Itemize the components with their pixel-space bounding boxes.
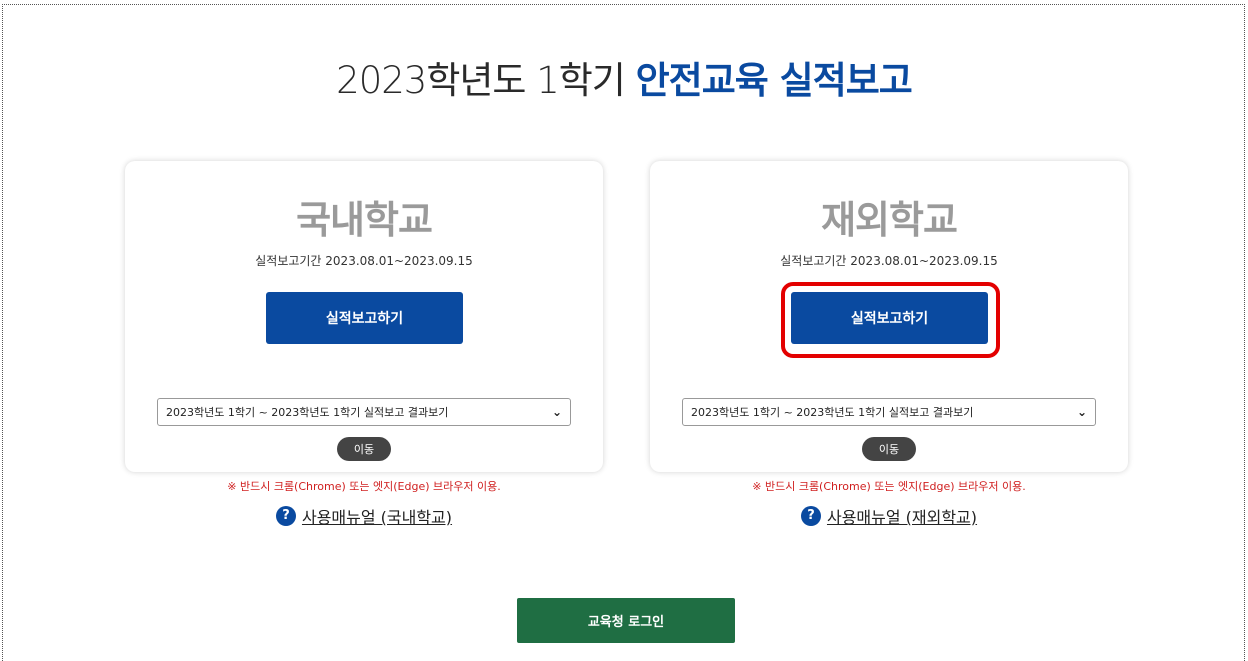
overseas-browser-notice: ※ 반드시 크롬(Chrome) 또는 엣지(Edge) 브라우저 이용. bbox=[752, 480, 1026, 493]
domestic-browser-notice: ※ 반드시 크롬(Chrome) 또는 엣지(Edge) 브라우저 이용. bbox=[227, 480, 501, 493]
chevron-down-icon: ⌄ bbox=[1076, 405, 1087, 419]
domestic-results-select-value: 2023학년도 1학기 ~ 2023학년도 1학기 실적보고 결과보기 bbox=[166, 406, 449, 419]
overseas-school-card: 재외학교 실적보고기간 2023.08.01~2023.09.15 실적보고하기… bbox=[650, 161, 1128, 472]
domestic-manual-link-text[interactable]: 사용매뉴얼 (국내학교) bbox=[302, 508, 452, 527]
question-circle-icon: ? bbox=[275, 506, 296, 526]
page-title: 2023학년도 1학기 안전교육 실적보고 bbox=[0, 50, 1248, 104]
domestic-go-button[interactable]: 이동 bbox=[337, 437, 391, 461]
domestic-card-heading: 국내학교 bbox=[296, 198, 433, 242]
highlight-annotation bbox=[781, 282, 1000, 358]
overseas-results-select-value: 2023학년도 1학기 ~ 2023학년도 1학기 실적보고 결과보기 bbox=[691, 406, 974, 419]
page-title-highlight: 안전교육 실적보고 bbox=[635, 59, 913, 102]
chevron-down-icon: ⌄ bbox=[551, 405, 562, 419]
overseas-card-heading: 재외학교 bbox=[821, 198, 958, 242]
overseas-go-button[interactable]: 이동 bbox=[862, 437, 916, 461]
question-circle-icon: ? bbox=[800, 506, 821, 526]
overseas-results-select[interactable]: 2023학년도 1학기 ~ 2023학년도 1학기 실적보고 결과보기 ⌄ bbox=[682, 398, 1096, 426]
domestic-report-button[interactable]: 실적보고하기 bbox=[266, 292, 463, 344]
page-title-year: 2023학년도 1학기 bbox=[336, 59, 636, 102]
overseas-manual-link[interactable]: ? 사용매뉴얼 (재외학교) bbox=[650, 504, 1128, 528]
overseas-manual-link-text[interactable]: 사용매뉴얼 (재외학교) bbox=[827, 508, 977, 527]
domestic-manual-link[interactable]: ? 사용매뉴얼 (국내학교) bbox=[125, 504, 603, 528]
domestic-school-card: 국내학교 실적보고기간 2023.08.01~2023.09.15 실적보고하기… bbox=[125, 161, 603, 472]
overseas-report-period: 실적보고기간 2023.08.01~2023.09.15 bbox=[780, 254, 998, 268]
domestic-report-period: 실적보고기간 2023.08.01~2023.09.15 bbox=[255, 254, 473, 268]
education-office-login-button[interactable]: 교육청 로그인 bbox=[517, 598, 735, 643]
domestic-results-select[interactable]: 2023학년도 1학기 ~ 2023학년도 1학기 실적보고 결과보기 ⌄ bbox=[157, 398, 571, 426]
